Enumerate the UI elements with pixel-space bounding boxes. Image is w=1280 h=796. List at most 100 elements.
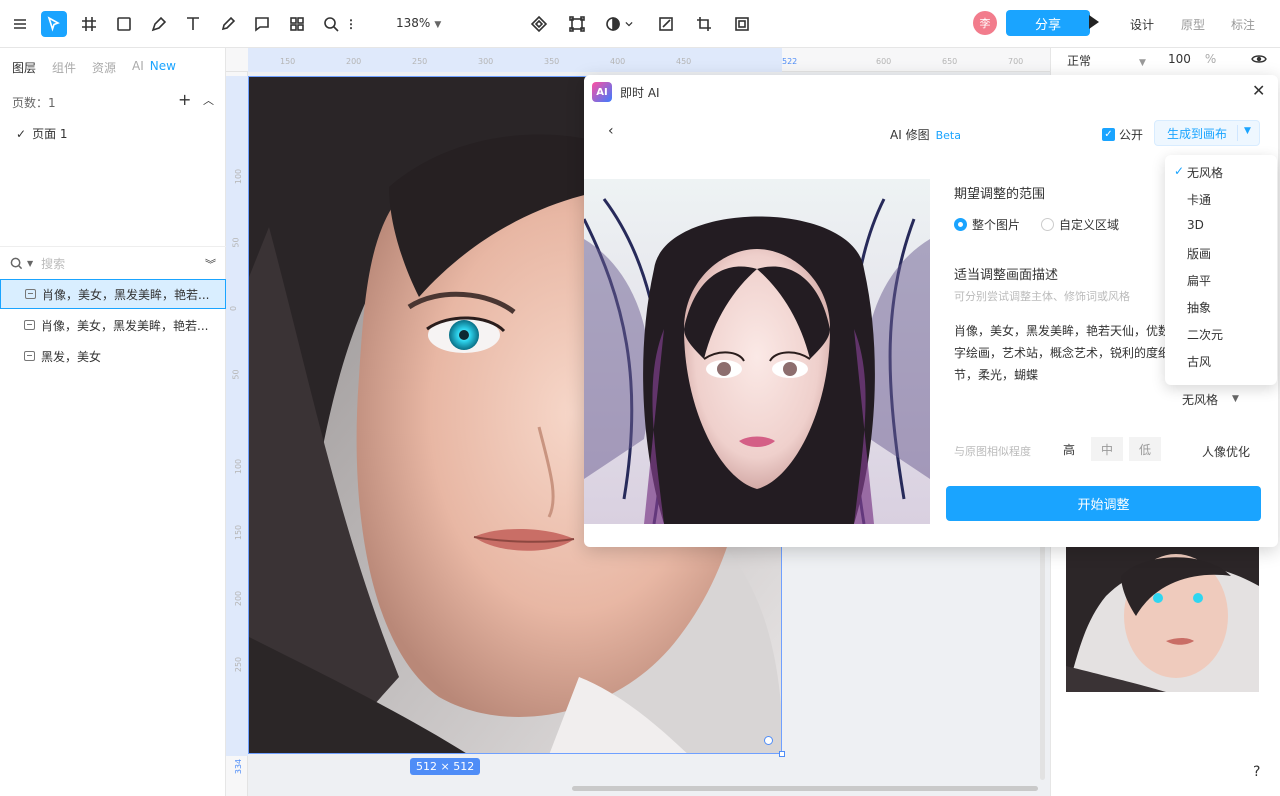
help-icon[interactable]: ? [1253, 764, 1260, 780]
ruler-tick: 100 [234, 458, 244, 475]
similarity-medium[interactable]: 中 [1091, 437, 1123, 461]
description-title: 适当调整画面描述 [954, 268, 1059, 283]
rectangle-tool-icon[interactable] [111, 11, 137, 37]
search-icon [10, 257, 23, 270]
image-icon [24, 320, 35, 330]
pencil-tool-icon[interactable] [215, 11, 241, 37]
beta-badge: Beta [935, 129, 961, 142]
resize-handle[interactable] [779, 751, 785, 757]
layer-row[interactable]: 黑发，美女 [0, 341, 226, 371]
play-icon[interactable] [1089, 15, 1099, 29]
pages-count: 页数：1 [12, 96, 56, 110]
ruler-tick: 400 [610, 57, 626, 66]
portrait-optimize-toggle[interactable]: 人像优化 [1202, 443, 1250, 460]
rotate-handle[interactable] [764, 736, 773, 745]
public-label: 公开 [1119, 128, 1144, 142]
ruler-tick: 300 [478, 57, 494, 66]
tab-components[interactable]: 组件 [52, 59, 76, 76]
layer-label: 黑发，美女 [41, 349, 102, 364]
size-badge: 512 × 512 [410, 758, 481, 775]
ruler-marker: 334 [234, 758, 244, 775]
close-icon[interactable]: ✕ [1252, 81, 1265, 100]
mask-chevron-icon[interactable] [622, 11, 636, 37]
style-option[interactable]: 扁平 [1187, 272, 1211, 289]
blend-mode-value: 正常 [1067, 54, 1092, 68]
style-option[interactable]: 版画 [1187, 245, 1211, 262]
radio-label: 自定义区域 [1059, 218, 1120, 232]
tab-ai[interactable]: AI [132, 59, 144, 76]
style-option[interactable]: 卡通 [1187, 191, 1211, 208]
style-option[interactable]: 二次元 [1187, 326, 1223, 343]
more-icon[interactable] [344, 11, 358, 37]
description-hint: 可分别尝试调整主体、修饰词或风格 [954, 290, 1130, 303]
radio-custom-region[interactable]: 自定义区域 [1041, 216, 1119, 233]
back-arrow-icon[interactable]: ‹ [608, 123, 614, 139]
horizontal-scrollbar[interactable] [572, 786, 1038, 791]
radio-whole-image[interactable]: 整个图片 [954, 216, 1020, 233]
frame-tool-icon[interactable] [76, 11, 102, 37]
start-adjust-button[interactable]: 开始调整 [946, 486, 1261, 521]
ruler-marker: 522 [782, 57, 798, 66]
ai-logo-icon: AI [592, 82, 612, 102]
range-title: 期望调整的范围 [954, 187, 1046, 202]
ruler-tick: 50 [231, 237, 241, 248]
radio-selected-icon [954, 218, 967, 231]
style-option[interactable]: 古风 [1187, 353, 1211, 370]
ruler-tick: 150 [234, 524, 244, 541]
heading-label: AI 修图 [890, 128, 930, 142]
style-option[interactable]: ✓ 无风格 [1174, 164, 1223, 181]
layer-search[interactable]: ▼ 搜索 ︾ [10, 255, 216, 272]
ruler-tick: 200 [346, 57, 362, 66]
zoom-dropdown[interactable]: 138% ▼ [396, 16, 441, 30]
blend-mode-dropdown[interactable]: 正常 ▼ [1067, 52, 1146, 69]
eye-icon[interactable] [1251, 51, 1267, 67]
style-option[interactable]: 抽象 [1187, 299, 1211, 316]
tab-assets[interactable]: 资源 [92, 59, 116, 76]
edit-image-icon[interactable] [653, 11, 679, 37]
layer-row[interactable]: 肖像，美女，黑发美眸，艳若... [0, 279, 226, 309]
search-input[interactable]: 搜索 [41, 255, 65, 272]
search-tool-icon[interactable] [318, 11, 344, 37]
similarity-high[interactable]: 高 [1053, 437, 1085, 461]
style-select[interactable]: 无风格 ▼ [1182, 388, 1260, 410]
tab-prototype[interactable]: 原型 [1181, 16, 1205, 33]
ruler-tick: 0 [229, 305, 239, 312]
tab-annotate[interactable]: 标注 [1231, 16, 1255, 33]
menu-icon[interactable] [7, 11, 33, 37]
fit-frame-icon[interactable] [729, 11, 755, 37]
tab-layers[interactable]: 图层 [12, 59, 36, 76]
crop-icon[interactable] [691, 11, 717, 37]
components-tool-icon[interactable] [284, 11, 310, 37]
chevron-down-icon: ▼ [27, 259, 34, 268]
chevron-up-icon[interactable]: ︿ [203, 92, 214, 108]
layer-row[interactable]: 肖像，美女，黑发美眸，艳若... [0, 310, 226, 340]
text-tool-icon[interactable] [180, 11, 206, 37]
ruler-tick: 650 [942, 57, 958, 66]
style-option[interactable]: 3D [1187, 218, 1204, 232]
pen-tool-icon[interactable] [146, 11, 172, 37]
public-checkbox[interactable]: ✓ 公开 [1102, 126, 1143, 143]
ruler-tick: 200 [234, 590, 244, 607]
similarity-low[interactable]: 低 [1129, 437, 1161, 461]
ruler-tick: 150 [280, 57, 296, 66]
prompt-textarea[interactable]: 肖像，美女，黑发美眸，艳若天仙，优数字绘画，艺术站，概念艺术，锐利的度细节，柔光… [954, 320, 1176, 386]
tab-design[interactable]: 设计 [1130, 16, 1154, 33]
radio-label: 整个图片 [972, 218, 1021, 232]
avatar[interactable]: 李 [973, 11, 997, 35]
comment-tool-icon[interactable] [249, 11, 275, 37]
share-button[interactable]: 分享 [1006, 10, 1090, 36]
add-page-icon[interactable]: + [178, 90, 191, 109]
page-item[interactable]: ✓ 页面 1 [16, 125, 68, 142]
style-select-value: 无风格 [1182, 392, 1219, 407]
chevron-down-icon: ▼ [1232, 394, 1239, 404]
generate-target-dropdown[interactable]: 生成到画布 ▼ [1154, 120, 1260, 146]
opacity-field[interactable]: 100% [1168, 52, 1216, 66]
result-thumbnail[interactable] [1066, 546, 1259, 692]
dialog-heading: AI 修图 Beta [890, 126, 961, 143]
dialog-title: 即时 AI [620, 86, 660, 100]
scale-tool-icon[interactable] [564, 11, 590, 37]
select-tool-icon[interactable] [41, 11, 67, 37]
component-diamond-icon[interactable] [526, 11, 552, 37]
collapse-all-icon[interactable]: ︾ [205, 256, 216, 272]
horizontal-ruler: 150 200 250 300 350 400 450 600 650 700 … [226, 48, 1050, 72]
